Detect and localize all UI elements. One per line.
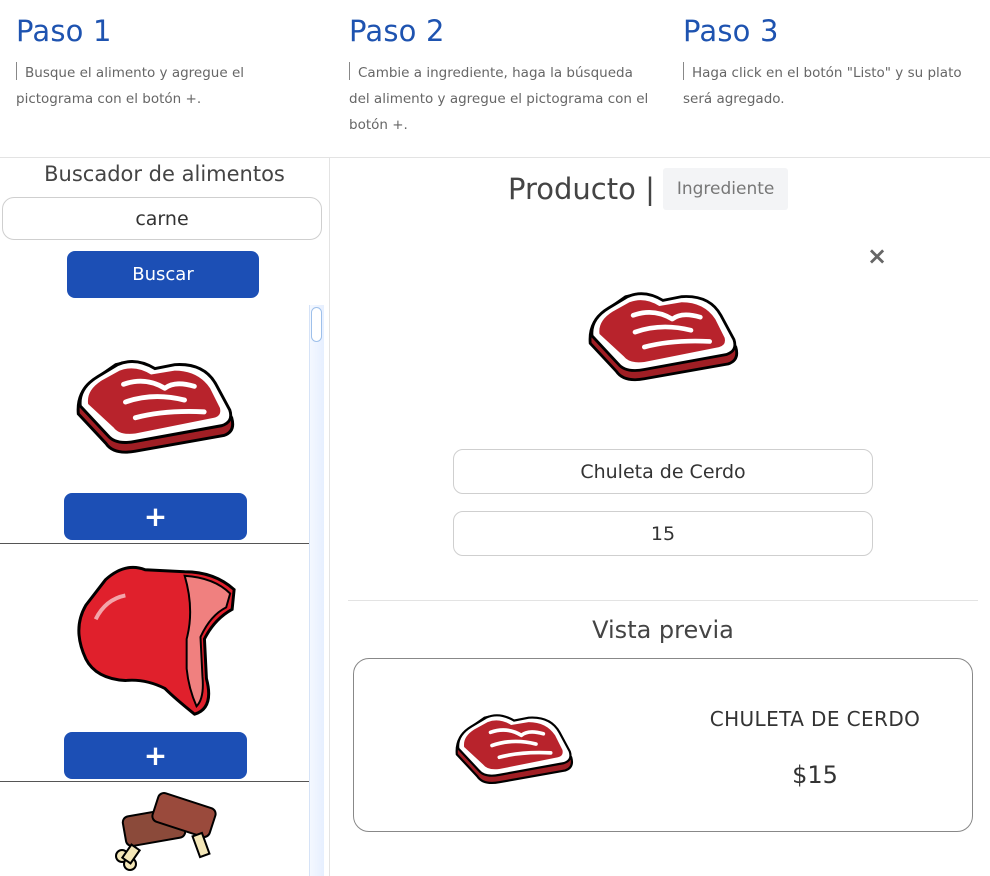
add-button[interactable]: + [64, 732, 247, 779]
add-button[interactable]: + [64, 493, 247, 540]
meat-steak-icon [66, 345, 244, 463]
scrollbar-thumb[interactable] [311, 307, 322, 342]
result-item [0, 782, 309, 876]
product-editor: Producto | Ingrediente × Vista previa CH… [330, 158, 990, 876]
search-title: Buscador de alimentos [44, 162, 285, 186]
product-price-field[interactable] [453, 511, 873, 556]
divider [348, 600, 978, 601]
close-icon[interactable]: × [867, 242, 887, 270]
preview-title: Vista previa [592, 616, 734, 644]
preview-product-name: CHULETA DE CERDO [709, 707, 921, 731]
step-3: Paso 3 Haga click en el botón "Listo" y … [683, 14, 983, 112]
food-search-panel: Buscador de alimentos Buscar + + [0, 158, 330, 876]
product-tabs: Producto | Ingrediente [508, 168, 789, 210]
step-2: Paso 2 Cambie a ingrediente, haga la bús… [349, 14, 649, 138]
preview-product-image [444, 703, 584, 791]
result-item: + [0, 305, 309, 544]
pork-chop-icon [66, 550, 244, 728]
tab-ingredient[interactable]: Ingrediente [662, 168, 789, 210]
results-scrollbar[interactable] [309, 305, 324, 876]
step-1-title: Paso 1 [16, 14, 112, 48]
step-3-text: Haga click en el botón "Listo" y su plat… [683, 65, 962, 107]
ribs-icon [104, 792, 234, 876]
step-2-text-block: Cambie a ingrediente, haga la búsqueda d… [349, 60, 649, 138]
step-3-title: Paso 3 [683, 14, 779, 48]
step-2-bar [349, 62, 350, 80]
results-list: + + [0, 305, 310, 876]
search-button[interactable]: Buscar [67, 251, 259, 298]
result-item: + [0, 544, 309, 782]
search-input[interactable] [2, 197, 322, 240]
steps-header: Paso 1 Busque el alimento y agregue el p… [0, 0, 990, 158]
product-name-field[interactable] [453, 449, 873, 494]
selected-product-image [572, 278, 754, 390]
step-1-text: Busque el alimento y agregue el pictogra… [16, 65, 245, 107]
step-1: Paso 1 Busque el alimento y agregue el p… [16, 14, 316, 112]
step-2-text: Cambie a ingrediente, haga la búsqueda d… [349, 65, 649, 133]
preview-product-price: $15 [792, 761, 838, 789]
step-1-bar [16, 62, 17, 80]
step-3-text-block: Haga click en el botón "Listo" y su plat… [683, 60, 983, 112]
step-1-text-block: Busque el alimento y agregue el pictogra… [16, 60, 316, 112]
tab-product[interactable]: Producto | [508, 172, 655, 206]
step-3-bar [683, 62, 684, 80]
step-2-title: Paso 2 [349, 14, 445, 48]
preview-card: CHULETA DE CERDO $15 [353, 658, 973, 832]
